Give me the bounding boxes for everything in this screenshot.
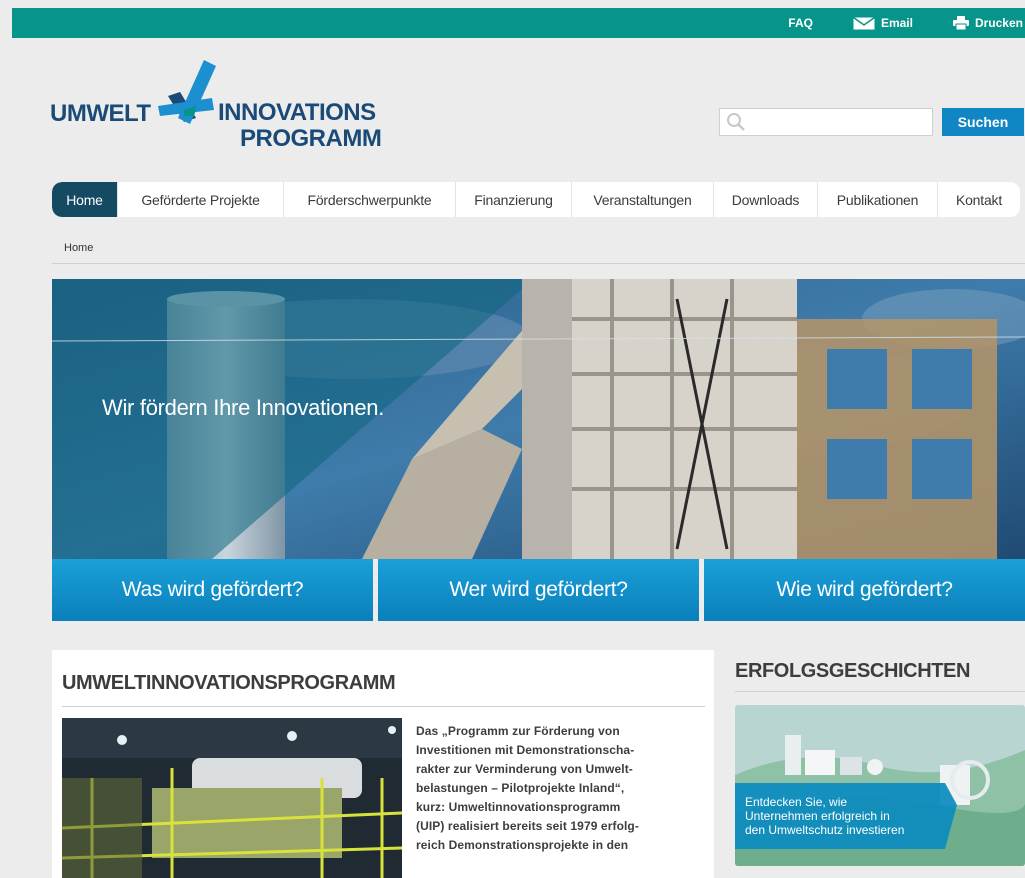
- nav-item-gefoerderte-projekte[interactable]: Geförderte Projekte: [118, 182, 284, 217]
- envelope-icon: [853, 16, 875, 29]
- success-stories-caption: Entdecken Sie, wie Unternehmen erfolgrei…: [745, 795, 904, 837]
- cta-row: Was wird gefördert? Wer wird gefördert? …: [52, 559, 1025, 621]
- search-box: [719, 108, 933, 136]
- nav-item-finanzierung[interactable]: Finanzierung: [456, 182, 572, 217]
- caption-line: den Umweltschutz investieren: [745, 823, 905, 837]
- search-icon: [727, 113, 745, 131]
- hero-tagline: Wir fördern Ihre Innovationen.: [102, 395, 385, 420]
- intro-text: Das „Programm zur Förderung von Investit…: [416, 722, 706, 855]
- intro-section: UMWELTINNOVATIONSPROGRAMM Das „Programm …: [52, 650, 714, 878]
- cta-wie-wird-gefoerdert[interactable]: Wie wird gefördert?: [704, 559, 1025, 621]
- intro-text-line: Investitionen mit Demonstrationscha-: [416, 743, 635, 757]
- success-stories-illustration: [735, 705, 1025, 866]
- intro-text-line: kurz: Umweltinnovationsprogramm: [416, 800, 621, 814]
- search-button[interactable]: Suchen: [942, 108, 1024, 136]
- faq-link[interactable]: FAQ: [788, 16, 813, 30]
- print-link[interactable]: Drucken: [952, 16, 1023, 30]
- intro-text-line: Das „Programm zur Förderung von: [416, 724, 620, 738]
- intro-title: UMWELTINNOVATIONSPROGRAMM: [62, 672, 396, 694]
- intro-text-line: reich Demonstrationsprojekte in den: [416, 838, 629, 852]
- cta-wer-wird-gefoerdert[interactable]: Wer wird gefördert?: [378, 559, 699, 621]
- success-stories-teaser[interactable]: Entdecken Sie, wie Unternehmen erfolgrei…: [735, 705, 1025, 866]
- logo-word-umwelt: UMWELT: [50, 100, 151, 127]
- logo-word-innovations: INNOVATIONS PROGRAMM: [218, 99, 382, 152]
- hero-banner: Wir fördern Ihre Innovationen.: [52, 279, 1025, 559]
- success-stories-divider: [735, 691, 1025, 692]
- printer-icon: [952, 16, 969, 30]
- site-logo[interactable]: UMWELT INNOVATIONS PROGRAMM: [50, 58, 382, 158]
- breadcrumb-divider: [52, 263, 1025, 264]
- logo-cross-mark: [158, 60, 216, 124]
- nav-item-publikationen[interactable]: Publikationen: [818, 182, 938, 217]
- logo-word-innovations-text: INNOVATIONS: [218, 99, 376, 126]
- faq-label: FAQ: [788, 16, 813, 30]
- success-stories-title: ERFOLGSGESCHICHTEN: [735, 660, 971, 682]
- email-label: Email: [880, 16, 913, 30]
- caption-line: Entdecken Sie, wie: [745, 795, 848, 809]
- intro-machinery-image: [62, 718, 402, 878]
- intro-text-line: (UIP) realisiert bereits seit 1979 erfol…: [416, 819, 639, 833]
- caption-line: Unternehmen erfolgreich in: [745, 809, 890, 823]
- utility-bar: FAQ Email Drucken: [12, 8, 1025, 38]
- email-link[interactable]: Email: [853, 16, 913, 30]
- nav-item-downloads[interactable]: Downloads: [714, 182, 818, 217]
- nav-item-foerderschwerpunkte[interactable]: Förderschwerpunkte: [284, 182, 456, 217]
- print-label: Drucken: [974, 16, 1023, 30]
- intro-divider: [62, 706, 705, 707]
- logo-word-programm: PROGRAMM: [240, 125, 382, 152]
- search-input[interactable]: [746, 109, 932, 135]
- main-nav: Home Geförderte Projekte Förderschwerpun…: [52, 182, 1020, 217]
- cta-was-wird-gefoerdert[interactable]: Was wird gefördert?: [52, 559, 373, 621]
- nav-item-kontakt[interactable]: Kontakt: [938, 182, 1020, 217]
- intro-text-line: rakter zur Verminderung von Umwelt-: [416, 762, 633, 776]
- nav-item-veranstaltungen[interactable]: Veranstaltungen: [572, 182, 714, 217]
- breadcrumb[interactable]: Home: [64, 242, 93, 254]
- intro-text-line: belastungen – Pilotprojekte Inland“,: [416, 781, 625, 795]
- nav-item-home[interactable]: Home: [52, 182, 118, 217]
